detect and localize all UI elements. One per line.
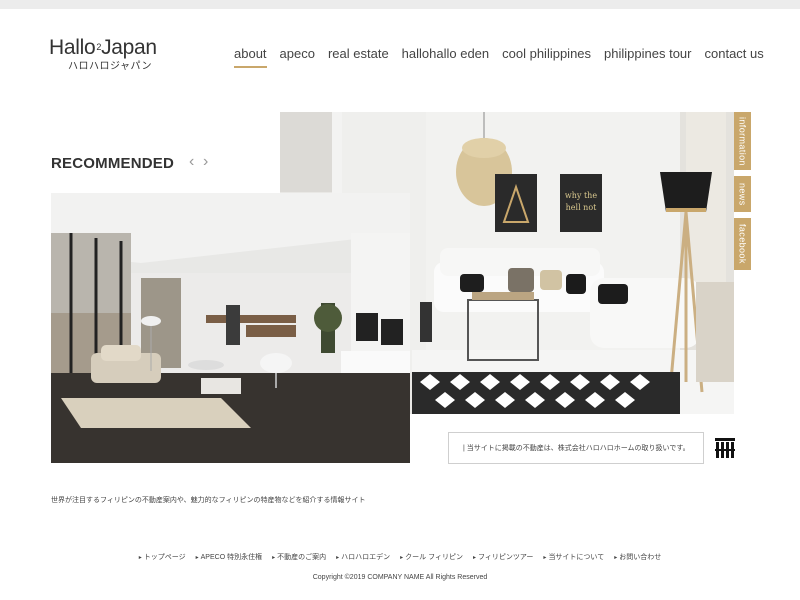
site-logo[interactable]: Hallo2Japan ハロハロジャパン: [49, 36, 169, 72]
svg-text:why the: why the: [565, 191, 597, 200]
recommended-heading: RECOMMENDED: [51, 155, 175, 172]
side-tab-news[interactable]: news: [734, 176, 751, 212]
site-tagline: 世界が注目するフィリピンの不動産案内や、魅力的なフィリピンの特産物などを紹介する…: [51, 497, 366, 504]
notice-box: | 当サイトに掲載の不動産は、株式会社ハロハロホームの取り扱いです。: [448, 432, 704, 464]
top-bar: [0, 0, 800, 9]
footer-link-apeco[interactable]: APECO 特別永住権: [196, 552, 262, 562]
side-tab-information[interactable]: information: [734, 112, 751, 170]
notice-text: | 当サイトに掲載の不動産は、株式会社ハロハロホームの取り扱いです。: [463, 445, 690, 452]
chevron-right-icon[interactable]: ›: [203, 153, 208, 171]
footer-link-contact[interactable]: お問い合わせ: [614, 552, 661, 562]
main-nav: about apeco real estate hallohallo eden …: [234, 46, 777, 68]
nav-item-apeco[interactable]: apeco: [280, 46, 315, 68]
footer-link-real-estate[interactable]: 不動産のご案内: [272, 552, 326, 562]
side-tab-facebook[interactable]: facebook: [734, 218, 751, 270]
nav-item-about[interactable]: about: [234, 46, 267, 68]
footer-nav: トップページ APECO 特別永住権 不動産のご案内 ハロハロエデン クール フ…: [0, 552, 800, 562]
footer-link-top[interactable]: トップページ: [139, 552, 186, 562]
footer-link-tour[interactable]: フィリピンツアー: [473, 552, 533, 562]
nav-item-cool-philippines[interactable]: cool philippines: [502, 46, 591, 68]
nav-item-contact-us[interactable]: contact us: [705, 46, 764, 68]
nav-item-hallohallo-eden[interactable]: hallohallo eden: [402, 46, 489, 68]
footer-link-cool-philippines[interactable]: クール フィリピン: [400, 552, 463, 562]
footer-link-about[interactable]: 当サイトについて: [543, 552, 604, 562]
nav-item-real-estate[interactable]: real estate: [328, 46, 389, 68]
company-logo-icon[interactable]: [715, 436, 735, 460]
svg-text:hell not: hell not: [566, 203, 598, 212]
footer-link-eden[interactable]: ハロハロエデン: [336, 552, 390, 562]
copyright-text: Copyright ©2019 COMPANY NAME All Rights …: [312, 574, 488, 581]
chevron-left-icon[interactable]: ‹: [189, 153, 194, 171]
recommended-living-room-image[interactable]: [51, 193, 410, 463]
nav-item-philippines-tour[interactable]: philippines tour: [604, 46, 691, 68]
